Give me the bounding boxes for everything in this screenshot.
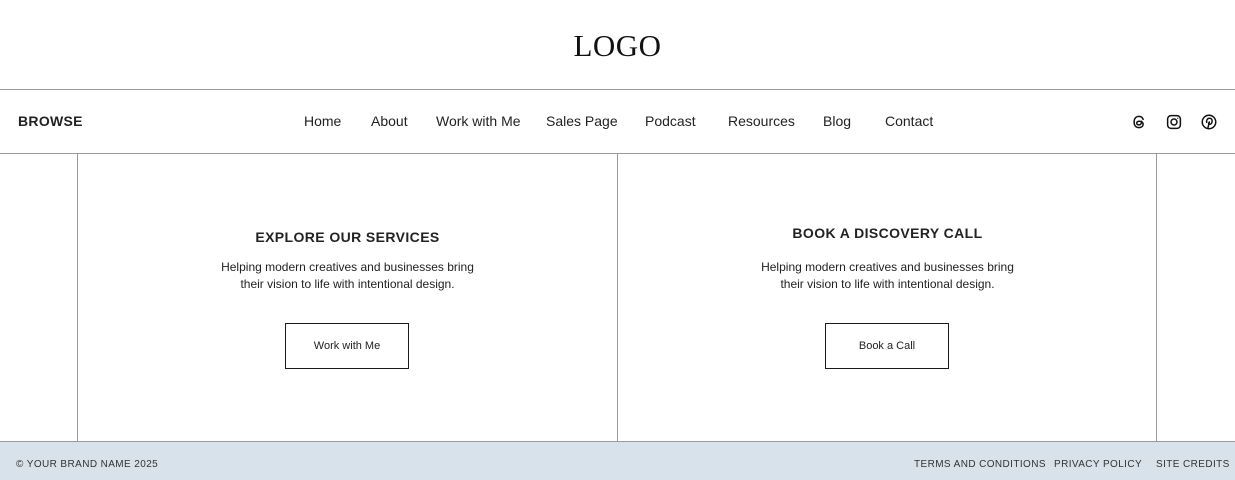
services-description: Helping modern creatives and businesses … [78,259,617,293]
discovery-call-description: Helping modern creatives and businesses … [618,259,1157,293]
nav-link-contact[interactable]: Contact [885,90,933,153]
work-with-me-button[interactable]: Work with Me [285,323,409,369]
site-logo[interactable]: LOGO [573,26,661,64]
logo-bar: LOGO [0,0,1235,89]
discovery-call-description-line-2: their vision to life with intentional de… [780,277,995,291]
nav-link-sales-page[interactable]: Sales Page [546,90,618,153]
nav-link-work-with-me[interactable]: Work with Me [436,90,521,153]
footer-link-privacy[interactable]: PRIVACY POLICY [1054,442,1142,480]
nav-link-resources[interactable]: Resources [728,90,795,153]
browse-label: BROWSE [18,113,83,129]
discovery-call-description-line-1: Helping modern creatives and businesses … [761,260,1014,274]
nav-link-about[interactable]: About [371,90,408,153]
threads-icon[interactable] [1130,113,1148,131]
services-panel: EXPLORE OUR SERVICES Helping modern crea… [78,154,617,441]
nav-link-podcast[interactable]: Podcast [645,90,696,153]
services-description-line-2: their vision to life with intentional de… [240,277,455,291]
pinterest-icon[interactable] [1200,113,1218,131]
book-a-call-button[interactable]: Book a Call [825,323,949,369]
footer-link-terms[interactable]: TERMS AND CONDITIONS [914,442,1046,480]
footer-link-site-credits[interactable]: SITE CREDITS [1156,442,1230,480]
discovery-call-panel: BOOK A DISCOVERY CALL Helping modern cre… [618,154,1157,441]
services-title: EXPLORE OUR SERVICES [255,229,440,245]
footer: © YOUR BRAND NAME 2025 TERMS AND CONDITI… [0,441,1235,480]
instagram-icon[interactable] [1165,113,1183,131]
nav-link-blog[interactable]: Blog [823,90,851,153]
nav-link-home[interactable]: Home [304,90,341,153]
services-description-line-1: Helping modern creatives and businesses … [221,260,474,274]
copyright-text: © YOUR BRAND NAME 2025 [16,459,159,470]
discovery-call-title: BOOK A DISCOVERY CALL [792,225,983,241]
main-navigation: BROWSE Home About Work with Me Sales Pag… [0,89,1235,154]
